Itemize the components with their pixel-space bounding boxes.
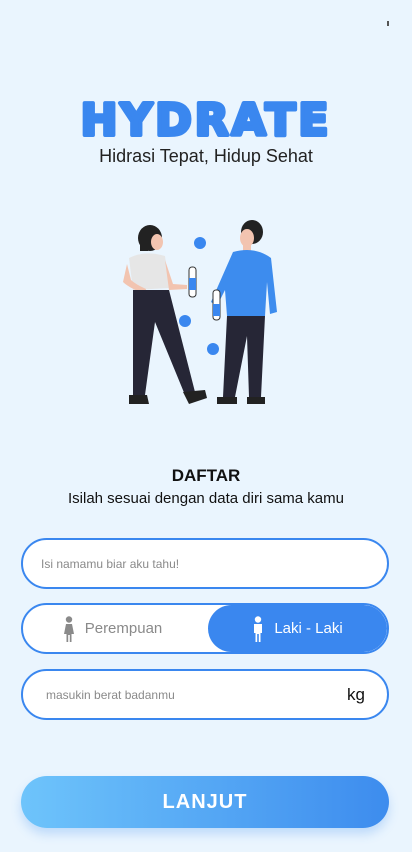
status-indicator: [387, 21, 389, 26]
female-icon: [63, 615, 74, 642]
weight-unit: kg: [347, 684, 365, 704]
gender-option-female[interactable]: Perempuan: [23, 605, 208, 652]
weight-field[interactable]: kg: [21, 669, 389, 720]
couple-drinking-illustration: [123, 220, 277, 404]
hydrate-logo: HYDRATE: [79, 93, 332, 146]
weight-input[interactable]: [46, 687, 306, 702]
logo-text: HYDRATE: [81, 95, 332, 146]
name-input[interactable]: [41, 556, 361, 571]
name-field[interactable]: [21, 538, 389, 589]
gender-label-male: Laki - Laki: [274, 620, 343, 637]
form-title: DAFTAR: [171, 466, 241, 485]
next-button[interactable]: LANJUT: [21, 776, 389, 828]
form-subtitle: Isilah sesuai dengan data diri sama kamu: [68, 490, 344, 507]
male-icon: [254, 615, 263, 642]
tagline: Hidrasi Tepat, Hidup Sehat: [99, 146, 313, 166]
gender-label-female: Perempuan: [84, 620, 163, 637]
gender-selector[interactable]: Perempuan Laki - Laki: [21, 603, 389, 654]
gender-option-male[interactable]: Laki - Laki: [208, 605, 387, 652]
